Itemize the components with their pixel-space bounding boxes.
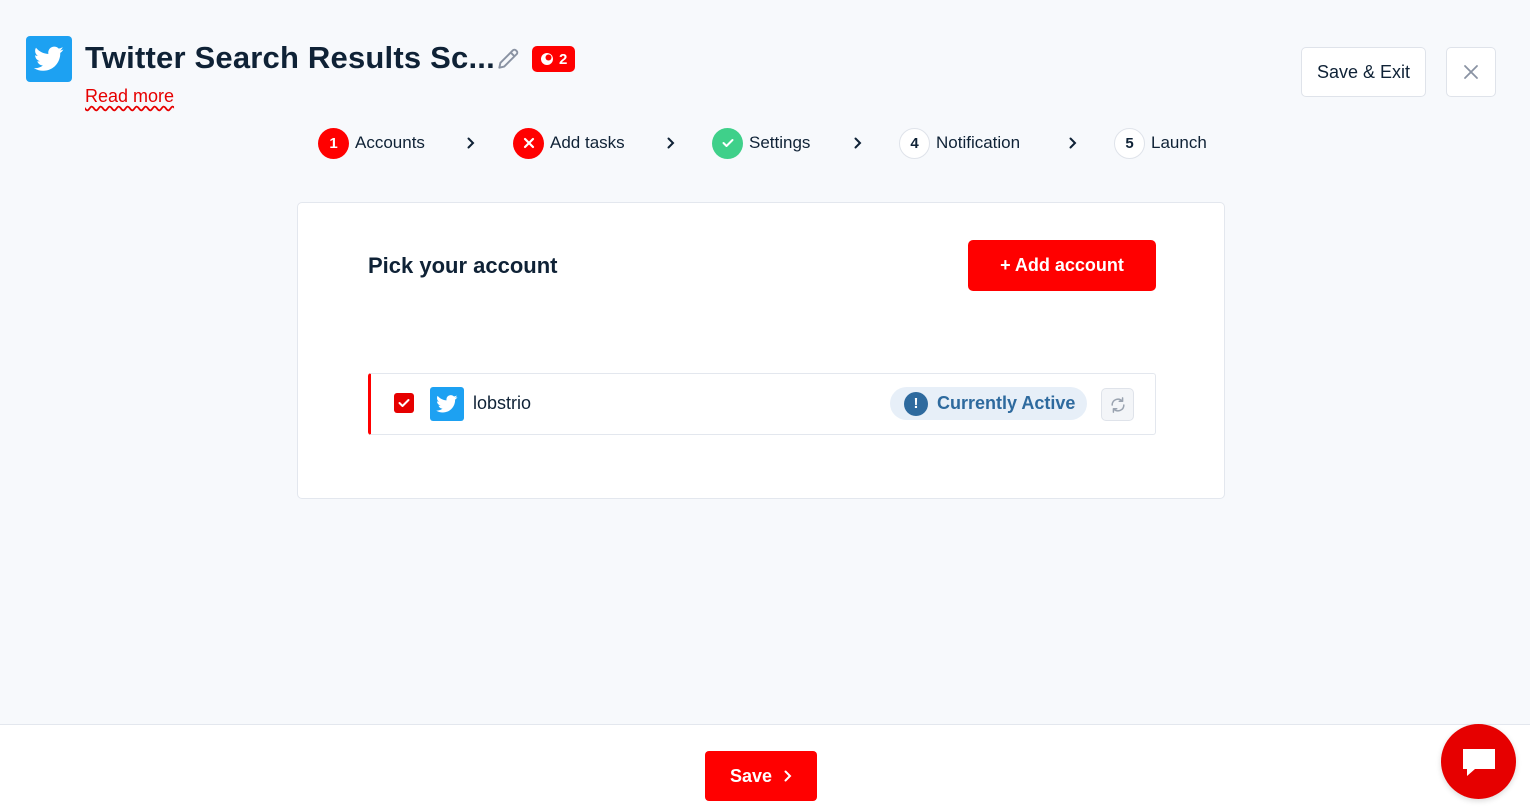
status-text: Currently Active — [937, 393, 1076, 413]
twitter-logo-icon — [26, 36, 72, 82]
page-title: Twitter Search Results Sc... — [85, 40, 495, 75]
step-label: Add tasks — [550, 133, 625, 152]
step-label: Launch — [1151, 133, 1207, 152]
badge-count: 2 — [559, 50, 568, 68]
error-x-icon — [513, 127, 544, 159]
save-exit-button[interactable]: Save & Exit — [1301, 47, 1426, 97]
refresh-button[interactable] — [1101, 388, 1134, 421]
chat-bubble-icon — [1462, 748, 1495, 776]
close-button[interactable] — [1446, 47, 1496, 97]
account-row[interactable]: lobstrio ! Currently Active — [368, 373, 1156, 435]
card-title: Pick your account — [368, 253, 558, 278]
refresh-icon — [1110, 396, 1125, 413]
account-picker-card: Pick your account + Add account lobstrio… — [297, 202, 1225, 499]
step-number-circle: 1 — [318, 127, 349, 159]
account-name: lobstrio — [473, 393, 532, 413]
step-accounts[interactable]: 1 Accounts — [318, 127, 425, 159]
step-number-circle: 4 — [899, 127, 930, 159]
step-label: Accounts — [355, 133, 425, 152]
close-icon — [1464, 65, 1478, 79]
step-add-tasks[interactable]: Add tasks — [513, 127, 625, 159]
chevron-right-icon — [665, 133, 677, 153]
chevron-right-icon — [1067, 133, 1079, 153]
twitter-bird-icon — [430, 387, 464, 421]
chat-button[interactable] — [1441, 724, 1516, 799]
save-button[interactable]: Save — [705, 751, 817, 801]
error-count-badge[interactable]: 2 — [532, 46, 576, 72]
footer-bar: Save — [0, 724, 1530, 810]
error-icon — [541, 53, 553, 65]
status-badge: ! Currently Active — [890, 387, 1088, 420]
step-label: Settings — [749, 133, 811, 152]
add-account-button[interactable]: + Add account — [968, 240, 1156, 291]
chevron-right-icon — [784, 770, 792, 782]
chevron-right-icon — [852, 133, 864, 153]
step-settings[interactable]: Settings — [712, 127, 810, 159]
step-number-circle: 5 — [1114, 127, 1145, 159]
checkmark-icon — [398, 399, 410, 407]
account-checkbox[interactable] — [394, 393, 414, 413]
step-launch[interactable]: 5 Launch — [1114, 127, 1207, 159]
read-more-link[interactable]: Read more — [85, 86, 174, 107]
save-button-label: Save — [729, 765, 773, 786]
pencil-icon[interactable] — [495, 46, 521, 72]
exclamation-icon: ! — [904, 391, 928, 416]
step-notification[interactable]: 4 Notification — [899, 127, 1020, 159]
checkmark-icon — [712, 127, 743, 159]
chevron-right-icon — [465, 133, 477, 153]
step-label: Notification — [936, 133, 1021, 152]
